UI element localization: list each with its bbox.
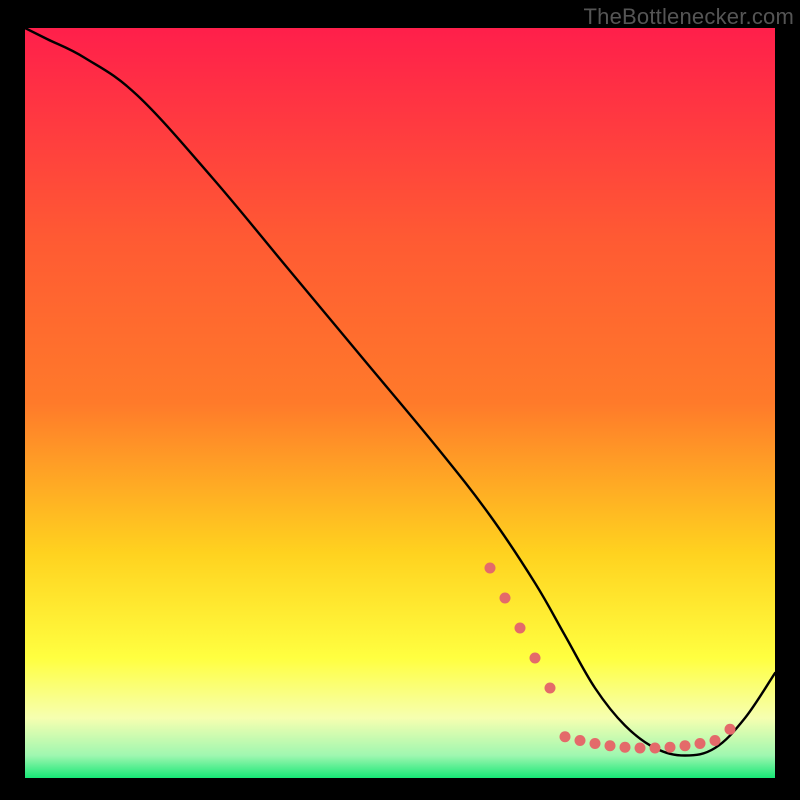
marker-dot xyxy=(500,593,511,604)
marker-dot xyxy=(560,731,571,742)
marker-dot xyxy=(650,743,661,754)
marker-dot xyxy=(605,740,616,751)
marker-dot xyxy=(590,738,601,749)
marker-dot xyxy=(665,742,676,753)
watermark-text: TheBottlenecker.com xyxy=(584,4,794,30)
marker-dot xyxy=(620,742,631,753)
marker-dot xyxy=(680,740,691,751)
marker-dot xyxy=(725,724,736,735)
marker-dot xyxy=(545,683,556,694)
chart-frame: TheBottlenecker.com xyxy=(0,0,800,800)
marker-dot xyxy=(635,743,646,754)
marker-dot xyxy=(695,738,706,749)
marker-dot xyxy=(710,735,721,746)
marker-dot xyxy=(530,653,541,664)
plot-area xyxy=(25,28,775,778)
marker-dot xyxy=(575,735,586,746)
chart-svg xyxy=(25,28,775,778)
marker-dot xyxy=(515,623,526,634)
marker-dot xyxy=(485,563,496,574)
